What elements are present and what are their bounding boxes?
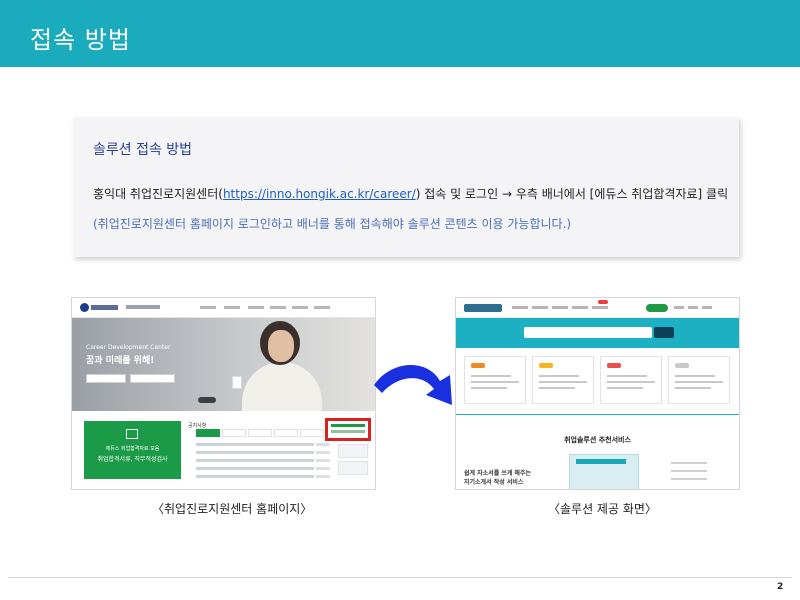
solution-page-screenshot: 취업솔루션 추천서비스 쉽게 자소서를 쓰게 해주는 자기소개서 작성 서비스	[455, 297, 740, 490]
hero-select	[130, 374, 175, 383]
green-banner-line2: 취업합격서류, 직무적성검사	[97, 456, 168, 463]
instructions-step: 홍익대 취업진로지원센터(https://inno.hongik.ac.kr/c…	[93, 185, 728, 202]
right-caption: 〈솔루션 제공 화면〉	[548, 502, 657, 516]
hero-person-body	[242, 362, 322, 411]
service-preview-image	[569, 454, 639, 489]
nav-menu-item	[270, 306, 286, 309]
solution-logo	[464, 304, 502, 312]
nav-menu-item	[314, 306, 330, 309]
nav-menu-item	[200, 306, 216, 309]
nav-menu-item	[532, 306, 548, 309]
service-card	[668, 356, 730, 404]
search-button	[654, 327, 674, 338]
nav-link	[674, 306, 684, 309]
recommend-section-title: 취업솔루션 추천서비스	[564, 436, 631, 444]
edus-banner-subtext	[331, 430, 365, 433]
step-suffix: ) 접속 및 로그인 → 우측 배너에서 [에듀스 취업합격자료] 클릭	[415, 187, 729, 201]
search-input	[524, 327, 652, 338]
search-banner	[456, 318, 739, 348]
notice-row	[196, 459, 314, 462]
edus-banner-text	[331, 424, 365, 427]
hero-select	[86, 374, 126, 383]
notice-tab	[196, 429, 220, 437]
cup-image	[232, 376, 242, 389]
homepage-navbar	[72, 298, 375, 318]
instructions-note: (취업진로지원센터 홈페이지 로그인하고 배너를 통해 접속해야 솔루션 콘텐츠…	[93, 217, 572, 231]
green-promo-banner: 에듀스 취업합격자료 모음 취업합격서류, 직무적성검사	[84, 421, 181, 479]
side-banner	[338, 444, 368, 458]
nav-menu-item	[572, 306, 588, 309]
notice-row	[196, 451, 314, 454]
notice-tab	[274, 429, 298, 437]
notice-tab	[222, 429, 246, 437]
hero-title: 꿈과 미래를 위해!	[86, 356, 155, 366]
promo-line2: 자기소개서 작성 서비스	[464, 479, 524, 486]
notice-row	[196, 475, 314, 478]
solution-navbar	[456, 298, 739, 318]
nav-menu-item	[512, 306, 528, 309]
notice-title: 공지사항	[188, 423, 207, 429]
instructions-box: 솔루션 접속 방법 홍익대 취업진로지원센터(https://inno.hong…	[73, 117, 739, 257]
login-button	[646, 304, 668, 312]
notice-row	[196, 443, 314, 446]
side-text-line	[671, 478, 707, 480]
homepage-hero: Career Development Center 꿈과 미래를 위해!	[72, 318, 375, 411]
arrow-body	[374, 364, 452, 405]
monitor-icon	[126, 429, 138, 439]
highlighted-edus-banner[interactable]	[325, 418, 371, 441]
instructions-heading: 솔루션 접속 방법	[93, 142, 193, 158]
notice-row	[196, 467, 314, 470]
nav-menu-item	[248, 306, 264, 309]
nav-link	[702, 306, 712, 309]
page-title: 접속 방법	[30, 26, 131, 54]
side-banner	[338, 461, 368, 475]
new-badge	[598, 300, 608, 304]
side-text-line	[671, 470, 707, 472]
notice-date	[316, 451, 330, 454]
nav-menu-item	[592, 306, 608, 309]
notice-date	[316, 443, 330, 446]
nav-menu-item	[552, 306, 568, 309]
notice-date	[316, 475, 330, 478]
promo-line1: 쉽게 자소서를 쓰게 해주는	[464, 470, 531, 477]
notice-tab	[248, 429, 272, 437]
green-banner-line1: 에듀스 취업합격자료 모음	[105, 446, 160, 452]
notice-tab	[300, 429, 324, 437]
center-name-placeholder	[126, 305, 160, 309]
side-text-line	[671, 462, 707, 464]
notice-date	[316, 467, 330, 470]
footer-divider	[8, 577, 792, 578]
left-caption: 〈취업진로지원센터 홈페이지〉	[152, 502, 313, 516]
university-logo	[80, 303, 118, 312]
nav-menu-item	[292, 306, 308, 309]
hero-subtitle: Career Development Center	[86, 344, 171, 351]
section-divider	[456, 414, 739, 415]
curved-arrow-icon	[374, 364, 452, 405]
service-card	[600, 356, 662, 404]
step-prefix: 홍익대 취업진로지원센터(	[93, 187, 223, 201]
header-bar: 접속 방법	[0, 0, 800, 67]
slider-controls	[198, 397, 216, 403]
nav-menu-item	[224, 306, 240, 309]
career-center-homepage-screenshot: Career Development Center 꿈과 미래를 위해! 에듀스…	[71, 297, 376, 490]
service-card	[464, 356, 526, 404]
career-center-link[interactable]: https://inno.hongik.ac.kr/career/	[223, 187, 416, 201]
hero-person-face	[268, 330, 294, 362]
nav-link	[688, 306, 698, 309]
notice-date	[316, 459, 330, 462]
page-number: 2	[777, 582, 784, 592]
service-card	[532, 356, 594, 404]
